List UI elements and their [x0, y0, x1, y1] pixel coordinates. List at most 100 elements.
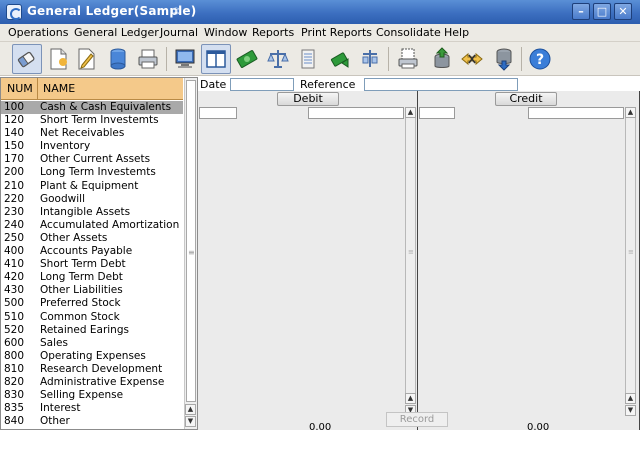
- scale-icon[interactable]: [263, 44, 293, 74]
- menu-consolidate[interactable]: Consolidate: [376, 26, 441, 39]
- account-num: 810: [4, 362, 25, 375]
- new-document-icon[interactable]: [43, 44, 73, 74]
- account-name: Operating Expenses: [40, 349, 146, 362]
- report-scale-icon[interactable]: [355, 44, 385, 74]
- num-column-header[interactable]: NUM: [7, 82, 33, 95]
- maximize-icon[interactable]: □: [593, 3, 611, 20]
- debit-amount-input[interactable]: [308, 107, 404, 119]
- menu-journal[interactable]: Journal: [160, 26, 198, 39]
- account-num: 600: [4, 336, 25, 349]
- accounts-scrollbar[interactable]: ≡ ▲ ▼: [184, 78, 197, 429]
- list-item[interactable]: 430 Other Liabilities: [1, 284, 183, 297]
- exchange-icon[interactable]: [457, 44, 487, 74]
- scroll-up-icon[interactable]: ▲: [185, 404, 196, 415]
- menu-operations[interactable]: Operations: [8, 26, 68, 39]
- ledger-sheet-icon[interactable]: [293, 44, 323, 74]
- account-name: Interest: [40, 402, 81, 415]
- account-name: Long Term Investemts: [40, 166, 156, 179]
- menu-reports[interactable]: Reports: [252, 26, 294, 39]
- list-item[interactable]: 200 Long Term Investemts: [1, 166, 183, 179]
- account-num: 500: [4, 297, 25, 310]
- account-name: Accounts Payable: [40, 245, 133, 258]
- reference-field[interactable]: [364, 78, 518, 91]
- list-item[interactable]: 250 Other Assets: [1, 232, 183, 245]
- date-field[interactable]: [230, 78, 294, 91]
- list-item[interactable]: 410 Short Term Debt: [1, 258, 183, 271]
- toolbar-separator: [388, 47, 389, 71]
- close-icon[interactable]: ✕: [614, 3, 632, 20]
- account-num: 410: [4, 258, 25, 271]
- money-transfer-icon[interactable]: [325, 44, 355, 74]
- list-item[interactable]: 100 Cash & Cash Equivalents: [1, 101, 183, 115]
- app-icon: [6, 4, 22, 20]
- list-item[interactable]: 170 Other Current Assets: [1, 153, 183, 166]
- eraser-icon[interactable]: [12, 44, 42, 74]
- account-name: Short Term Debt: [40, 258, 126, 271]
- credit-column-header[interactable]: Credit: [495, 92, 557, 106]
- database-icon[interactable]: [103, 44, 133, 74]
- menu-help[interactable]: Help: [444, 26, 469, 39]
- scroll-down-icon[interactable]: ▼: [185, 416, 196, 427]
- list-item[interactable]: 510 Common Stock: [1, 311, 183, 324]
- list-item[interactable]: 600 Sales: [1, 337, 183, 350]
- debit-account-input[interactable]: [199, 107, 237, 119]
- debit-column-header[interactable]: Debit: [277, 92, 339, 106]
- toolbar: ?: [0, 42, 640, 76]
- scroll-up-icon[interactable]: ▲: [625, 107, 636, 118]
- list-item[interactable]: 800 Operating Expenses: [1, 350, 183, 363]
- account-num: 420: [4, 271, 25, 284]
- list-item[interactable]: 140 Net Receivables: [1, 127, 183, 140]
- download-database-icon[interactable]: [489, 44, 519, 74]
- list-item[interactable]: 150 Inventory: [1, 140, 183, 153]
- split-view-icon[interactable]: [201, 44, 231, 74]
- record-button[interactable]: Record: [386, 412, 448, 427]
- list-item[interactable]: 420 Long Term Debt: [1, 271, 183, 284]
- menu-general-ledger[interactable]: General Ledger: [74, 26, 159, 39]
- account-num: 100: [4, 101, 25, 113]
- account-num: 400: [4, 245, 25, 258]
- scroll-up-icon[interactable]: ▲: [625, 393, 636, 404]
- debit-scrollbar[interactable]: ▲ ≡ ▲ ▼: [405, 107, 416, 416]
- swirl-icon: ⦻: [172, 3, 180, 17]
- list-item[interactable]: 210 Plant & Equipment: [1, 180, 183, 193]
- list-item[interactable]: 835 Interest: [1, 402, 183, 415]
- name-column-header[interactable]: NAME: [43, 82, 75, 95]
- list-item[interactable]: 400 Accounts Payable: [1, 245, 183, 258]
- list-item[interactable]: 820 Administrative Expense: [1, 376, 183, 389]
- edit-document-icon[interactable]: [71, 44, 101, 74]
- list-item[interactable]: 840 Other: [1, 415, 183, 428]
- list-item[interactable]: 830 Selling Expense: [1, 389, 183, 402]
- credit-scrollbar[interactable]: ▲ ≡ ▲ ▼: [625, 107, 636, 416]
- money-icon[interactable]: [232, 44, 262, 74]
- credit-amount-input[interactable]: [528, 107, 624, 119]
- list-item[interactable]: 220 Goodwill: [1, 193, 183, 206]
- list-item[interactable]: 520 Retained Earings: [1, 324, 183, 337]
- upload-database-icon[interactable]: [427, 44, 457, 74]
- scroll-down-icon[interactable]: ▼: [625, 405, 636, 416]
- list-item[interactable]: 230 Intangible Assets: [1, 206, 183, 219]
- list-item[interactable]: 500 Preferred Stock: [1, 297, 183, 310]
- print-icon[interactable]: [133, 44, 163, 74]
- account-num: 140: [4, 127, 25, 140]
- account-name: Plant & Equipment: [40, 179, 139, 192]
- account-name: Short Term Investemts: [40, 114, 159, 127]
- menu-print-reports[interactable]: Print Reports: [301, 26, 372, 39]
- title-bar[interactable]: General Ledger(Sample) ⦻ – □ ✕: [0, 0, 640, 24]
- scroll-up-icon[interactable]: ▲: [405, 107, 416, 118]
- computer-icon[interactable]: [170, 44, 200, 74]
- minimize-icon[interactable]: –: [572, 3, 590, 20]
- scrollbar-thumb[interactable]: [186, 80, 196, 402]
- date-label: Date: [200, 78, 227, 91]
- help-icon[interactable]: ?: [525, 44, 555, 74]
- credit-account-input[interactable]: [419, 107, 455, 119]
- account-num: 150: [4, 140, 25, 153]
- account-name: Intangible Assets: [40, 205, 131, 218]
- debit-credit-divider: [417, 91, 418, 430]
- copy-print-icon[interactable]: [393, 44, 423, 74]
- grip-icon: ≡: [628, 248, 634, 256]
- list-item[interactable]: 120 Short Term Investemts: [1, 114, 183, 127]
- list-item[interactable]: 240 Accumulated Amortization: [1, 219, 183, 232]
- menu-window[interactable]: Window: [204, 26, 247, 39]
- list-item[interactable]: 810 Research Development: [1, 363, 183, 376]
- scroll-up-icon[interactable]: ▲: [405, 393, 416, 404]
